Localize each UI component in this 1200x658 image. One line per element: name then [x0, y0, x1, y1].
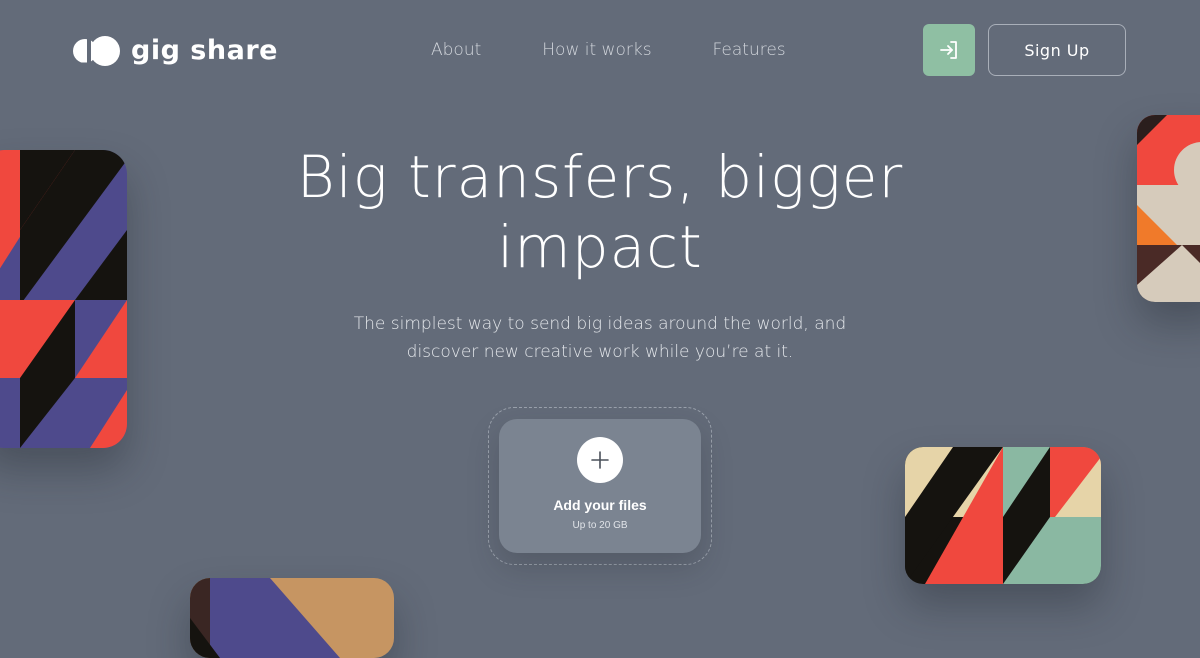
add-files-button[interactable]: [577, 437, 623, 483]
hero-title-line-2: impact: [497, 213, 703, 281]
nav-how-it-works[interactable]: How it works: [542, 40, 651, 60]
logo-mark-icon: [73, 35, 120, 66]
hero-subtitle-line-1: The simplest way to send big ideas aroun…: [353, 314, 847, 334]
sign-up-button[interactable]: Sign Up: [988, 24, 1126, 76]
artwork-card-left: [0, 150, 127, 448]
add-files-title: Add your files: [553, 497, 647, 513]
hero-subtitle-line-2: discover new creative work while you’re …: [406, 342, 794, 362]
nav-about[interactable]: About: [431, 40, 481, 60]
hero-title-line-1: Big transfers, bigger: [296, 143, 904, 211]
login-button[interactable]: [923, 24, 975, 76]
artwork-card-right-bottom: [905, 447, 1101, 584]
brand-name: gig share: [131, 35, 278, 66]
hero-subtitle: The simplest way to send big ideas aroun…: [300, 310, 900, 366]
login-arrow-icon: [940, 41, 957, 59]
main-nav: About How it works Features: [431, 40, 847, 60]
upload-size-limit: Up to 20 GB: [572, 520, 628, 531]
hero-title: Big transfers, bigger impact: [0, 142, 1200, 282]
plus-icon: [591, 451, 609, 469]
brand-logo[interactable]: gig share: [73, 35, 278, 66]
artwork-card-right-top: [1137, 115, 1200, 302]
artwork-card-bottom: [190, 578, 394, 658]
add-files-card[interactable]: Add your files Up to 20 GB: [499, 419, 701, 553]
nav-features[interactable]: Features: [713, 40, 786, 60]
